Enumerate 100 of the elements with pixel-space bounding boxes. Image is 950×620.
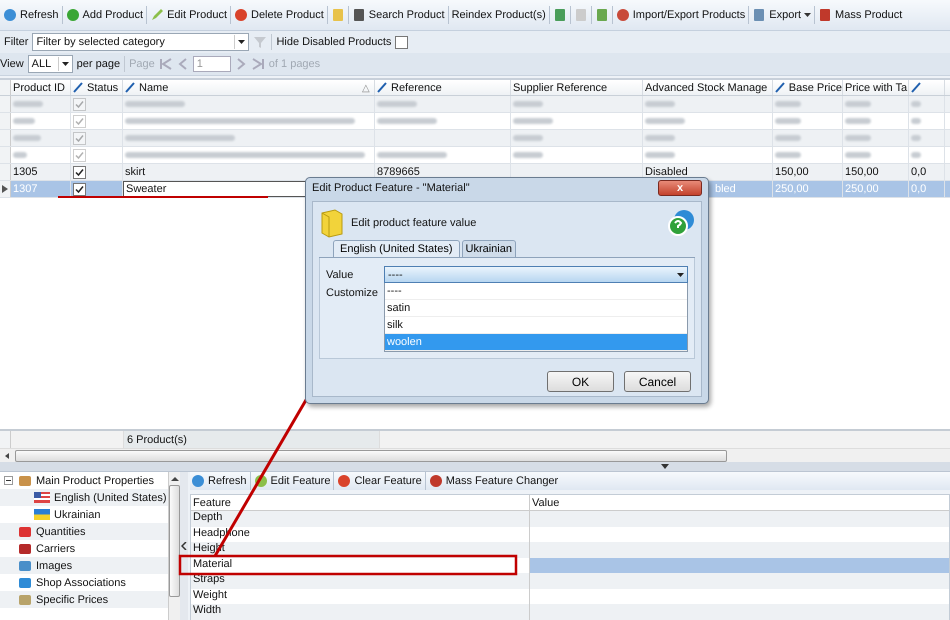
per-page-dropdown[interactable]: ALL <box>28 55 73 73</box>
language-tab[interactable]: English (United States) <box>333 240 460 257</box>
blurred-text <box>513 118 553 124</box>
column-header[interactable]: Advanced Stock Manage <box>643 80 773 95</box>
blurred-text <box>513 101 543 107</box>
table-cell: 150,00 <box>843 164 909 180</box>
product-count: 6 Product(s) <box>124 431 380 448</box>
scrollbar-thumb[interactable] <box>169 485 180 597</box>
blurred-text <box>911 118 921 124</box>
tree-item[interactable]: Quantities <box>0 523 168 540</box>
cancel-button[interactable]: Cancel <box>624 371 691 392</box>
column-header[interactable]: Reference <box>375 80 511 95</box>
tree-item[interactable]: Ukrainian <box>0 506 168 523</box>
tree-item[interactable]: English (United States) <box>0 489 168 506</box>
blurred-text <box>775 101 801 107</box>
column-header[interactable]: Supplier Reference <box>511 80 643 95</box>
status-checkbox[interactable] <box>73 166 86 178</box>
feature-row[interactable]: Width <box>191 604 949 620</box>
scroll-left-icon[interactable] <box>3 452 11 460</box>
blurred-text <box>377 118 437 124</box>
toolbar-button[interactable]: Export <box>751 6 812 24</box>
blurred-text <box>13 135 41 141</box>
blurred-text <box>911 101 921 107</box>
blurred-text <box>13 118 35 124</box>
tree-item[interactable]: Shop Associations <box>0 574 168 591</box>
blurred-text <box>845 118 871 124</box>
toolbar-button[interactable]: Search Product <box>350 6 446 24</box>
toolbar-button[interactable]: Import/Export Products <box>614 6 746 24</box>
blurred-text <box>645 118 685 124</box>
toolbar-button[interactable]: Reindex Product(s) <box>450 7 547 23</box>
blurred-text <box>13 152 27 158</box>
table-cell: 1305 <box>11 164 71 180</box>
toolbar-button[interactable]: Mass Feature Changer <box>428 472 560 490</box>
column-header[interactable]: Price with Ta <box>843 80 909 95</box>
column-header[interactable]: Product ID <box>11 80 71 95</box>
toolbar-button[interactable]: Add Product <box>64 6 144 24</box>
status-checkbox[interactable] <box>73 182 86 196</box>
tree-item[interactable]: Carriers <box>0 540 168 557</box>
column-header[interactable]: Status <box>71 80 123 95</box>
blurred-text <box>845 135 871 141</box>
toolbar-button[interactable]: Mass Product <box>817 6 904 24</box>
caret-icon <box>804 13 812 17</box>
row-header[interactable] <box>0 181 11 197</box>
per-page-label: per page <box>76 58 120 70</box>
blurred-text <box>645 135 675 141</box>
blurred-text <box>645 152 675 158</box>
close-button[interactable]: x <box>658 180 702 196</box>
blurred-text <box>911 152 921 158</box>
column-header[interactable]: Value <box>530 495 949 510</box>
page-count-label: of 1 pages <box>268 58 320 70</box>
toolbar-button[interactable]: Edit Feature <box>252 472 332 490</box>
tree-item[interactable]: Main Product Properties <box>0 472 168 489</box>
tree-item[interactable]: Specific Prices <box>0 591 168 608</box>
view-label: View <box>0 58 24 70</box>
dropdown-option[interactable]: ---- <box>385 283 687 300</box>
previous-page-icon[interactable] <box>176 58 189 70</box>
blurred-text <box>775 152 801 158</box>
flag-icon <box>34 492 50 503</box>
blurred-text <box>513 152 543 158</box>
value-dropdown[interactable]: ---- <box>384 266 688 283</box>
blurred-text <box>125 101 185 107</box>
blurred-text <box>13 101 43 107</box>
column-header[interactable]: Name △ <box>123 80 375 95</box>
blurred-text <box>377 101 417 107</box>
toolbar-button[interactable]: Refresh <box>190 472 248 490</box>
next-page-icon[interactable] <box>234 58 247 70</box>
first-page-icon[interactable] <box>158 58 173 70</box>
dropdown-option[interactable]: satin <box>385 300 687 317</box>
column-header[interactable] <box>909 80 945 95</box>
table-cell: 150,00 <box>773 164 843 180</box>
help-icon[interactable] <box>667 209 695 237</box>
vertical-scrollbar[interactable] <box>168 472 180 620</box>
category-filter-dropdown[interactable]: Filter by selected category <box>32 33 250 51</box>
horizontal-scrollbar[interactable] <box>0 448 950 462</box>
column-header[interactable]: Feature <box>191 495 530 510</box>
column-header[interactable]: Base Price <box>773 80 843 95</box>
dropdown-arrow-icon <box>58 57 72 71</box>
table-cell: 250,00 <box>843 181 909 197</box>
toolbar-button[interactable]: Edit Product <box>149 6 228 24</box>
scrollbar-thumb[interactable] <box>15 450 727 462</box>
product-row[interactable]: 1305 skirt 8789665 Disabled 150,00 150,00 0,0 <box>0 164 950 181</box>
blurred-text <box>377 152 447 158</box>
toolbar-button[interactable]: Refresh <box>2 6 60 24</box>
feature-row[interactable]: Depth <box>191 511 949 526</box>
blurred-text <box>845 152 871 158</box>
ok-button[interactable]: OK <box>547 371 614 392</box>
funnel-icon[interactable] <box>253 35 268 49</box>
blurred-text <box>911 135 921 141</box>
language-tab[interactable]: Ukrainian <box>462 240 516 257</box>
feature-row[interactable]: Straps <box>191 573 949 588</box>
table-cell: 0,0 <box>909 164 945 180</box>
last-page-icon[interactable] <box>250 58 265 70</box>
toolbar-button[interactable]: Clear Feature <box>336 472 423 490</box>
blurred-text <box>845 101 871 107</box>
dialog-heading: Edit product feature value <box>351 217 478 229</box>
tree-item[interactable]: Images <box>0 557 168 574</box>
collapse-left-icon[interactable] <box>181 542 187 550</box>
scroll-up-icon[interactable] <box>170 476 178 482</box>
toolbar-button[interactable]: Delete Product <box>233 6 325 24</box>
flag-icon <box>34 509 50 520</box>
